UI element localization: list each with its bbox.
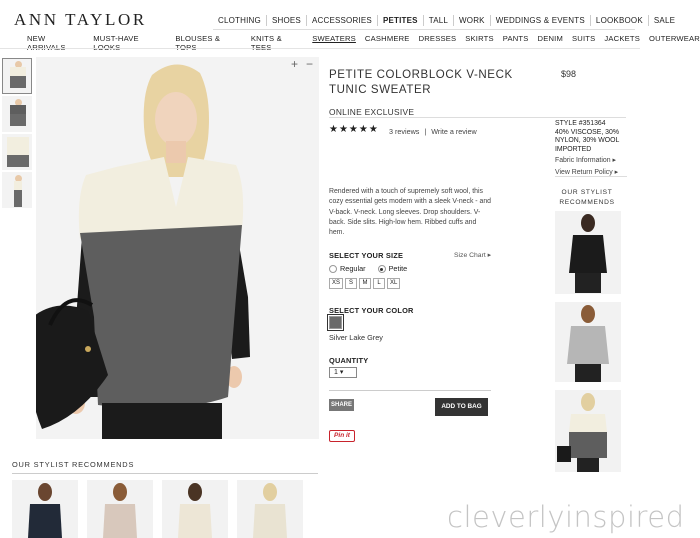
size-m[interactable]: M xyxy=(359,278,372,289)
bottom-rec-item[interactable] xyxy=(237,480,303,538)
quantity-select[interactable]: 1 ▾ xyxy=(329,367,357,378)
color-swatch-grey[interactable] xyxy=(327,314,344,331)
thumbnail-back[interactable] xyxy=(2,96,32,132)
topnav-divider xyxy=(213,29,635,30)
top-nav: CLOTHING SHOES ACCESSORIES PETITES TALL … xyxy=(213,15,680,26)
topnav-item-sale[interactable]: SALE xyxy=(647,15,680,26)
subnav-item-pants[interactable]: PANTS xyxy=(503,34,529,52)
radio-regular[interactable] xyxy=(329,265,337,274)
subnav-item-new-arrivals[interactable]: NEW ARRIVALS xyxy=(27,34,84,52)
write-review-link[interactable]: Write a review xyxy=(431,127,476,136)
subnav-item-skirts[interactable]: SKIRTS xyxy=(465,34,494,52)
fabric-info-link[interactable]: Fabric Information ▸ xyxy=(555,157,627,166)
fit-petite-label: Petite xyxy=(388,264,408,273)
watermark-text: cleverlyinspired xyxy=(447,500,685,534)
stylist-rec-item[interactable] xyxy=(555,211,621,294)
product-description: Rendered with a touch of supremely soft … xyxy=(329,188,492,237)
topnav-item-lookbook[interactable]: LOOKBOOK xyxy=(589,15,648,26)
rec-grey-sweater-image xyxy=(567,305,609,382)
style-number: STYLE #351364 xyxy=(555,120,606,127)
bottom-rec-item[interactable] xyxy=(162,480,228,538)
size-selector: XS S M L XL xyxy=(329,278,401,289)
color-name: Silver Lake Grey xyxy=(329,333,383,342)
topnav-item-shoes[interactable]: SHOES xyxy=(265,15,306,26)
fabric-content: 40% VISCOSE, 30% NYLON, 30% WOOL IMPORTE… xyxy=(555,128,620,153)
product-hero-image[interactable]: + − xyxy=(36,57,319,439)
add-to-bag-button[interactable]: ADD TO BAG xyxy=(435,398,488,416)
subnav-item-must-have[interactable]: MUST-HAVE LOOKS xyxy=(93,34,166,52)
pin-it-button[interactable]: Pin it xyxy=(329,430,355,442)
bottom-divider xyxy=(12,473,318,474)
title-divider xyxy=(329,117,626,118)
subnav-item-knits[interactable]: KNITS & TEES xyxy=(251,34,303,52)
rec-black-sweater-image xyxy=(569,214,607,293)
size-l[interactable]: L xyxy=(373,278,386,289)
subnav-item-denim[interactable]: DENIM xyxy=(538,34,563,52)
fit-options: Regular Petite xyxy=(329,264,408,274)
topnav-item-weddings[interactable]: WEDDINGS & EVENTS xyxy=(489,15,590,26)
product-title: PETITE COLORBLOCK V-NECK TUNIC SWEATER xyxy=(329,69,513,96)
review-links: 3 reviews | Write a review xyxy=(389,127,477,136)
online-exclusive-badge: ONLINE EXCLUSIVE xyxy=(329,107,415,117)
fit-petite-option[interactable]: Petite xyxy=(377,264,408,274)
bottom-rec-item[interactable] xyxy=(12,480,78,538)
topnav-item-work[interactable]: WORK xyxy=(453,15,490,26)
topnav-item-tall[interactable]: TALL xyxy=(422,15,453,26)
subnav-item-sweaters[interactable]: SWEATERS xyxy=(312,34,356,52)
model-illustration xyxy=(36,57,319,439)
size-section-label: SELECT YOUR SIZE xyxy=(329,251,404,260)
rating-stars-icon: ★★★★★ xyxy=(329,124,379,135)
specs-divider xyxy=(555,176,627,177)
stylist-recommends-heading: OUR STYLIST RECOMMENDS xyxy=(559,189,615,206)
topnav-item-clothing[interactable]: CLOTHING xyxy=(213,15,266,26)
product-price: $98 xyxy=(561,69,577,79)
topnav-item-petites[interactable]: PETITES xyxy=(376,15,423,26)
bottom-rec-navy-image xyxy=(28,483,62,538)
bottom-rec-ivory-image xyxy=(253,483,287,538)
color-section-label: SELECT YOUR COLOR xyxy=(329,306,414,315)
size-xs[interactable]: XS xyxy=(329,278,344,289)
subnav-item-cashmere[interactable]: CASHMERE xyxy=(365,34,410,52)
fit-regular-label: Regular xyxy=(340,264,366,273)
quantity-divider xyxy=(329,390,491,391)
quantity-label: QUANTITY xyxy=(329,356,369,365)
bottom-stylist-heading: OUR STYLIST RECOMMENDS xyxy=(12,460,135,469)
subnav-item-outerwear[interactable]: OUTERWEAR xyxy=(649,34,700,52)
topnav-item-accessories[interactable]: ACCESSORIES xyxy=(305,15,377,26)
radio-petite[interactable] xyxy=(377,265,386,274)
bottom-rec-blush-image xyxy=(103,483,137,538)
fit-regular-option[interactable]: Regular xyxy=(329,264,366,274)
bottom-rec-cream-image xyxy=(178,483,212,538)
size-xl[interactable]: XL xyxy=(387,278,401,289)
subnav-item-blouses[interactable]: BLOUSES & TOPS xyxy=(175,34,242,52)
size-chart-link[interactable]: Size Chart ▸ xyxy=(454,251,491,259)
bottom-rec-item[interactable] xyxy=(87,480,153,538)
share-button[interactable]: SHARE xyxy=(329,399,354,411)
product-specs: STYLE #351364 40% VISCOSE, 30% NYLON, 30… xyxy=(555,120,627,177)
subnav-item-jackets[interactable]: JACKETS xyxy=(604,34,640,52)
subnav-divider xyxy=(0,48,640,49)
stylist-rec-item[interactable] xyxy=(555,390,621,472)
thumbnail-front[interactable] xyxy=(2,58,32,94)
size-s[interactable]: S xyxy=(345,278,358,289)
reviews-link[interactable]: 3 reviews xyxy=(389,127,419,136)
subnav-item-suits[interactable]: SUITS xyxy=(572,34,595,52)
thumbnail-side[interactable] xyxy=(2,172,32,208)
brand-logo[interactable]: ANN TAYLOR xyxy=(14,10,147,30)
zoom-out-icon[interactable]: − xyxy=(306,57,313,71)
sub-nav: NEW ARRIVALS MUST-HAVE LOOKS BLOUSES & T… xyxy=(27,34,700,52)
rec-colorblock-image xyxy=(557,393,607,472)
subnav-item-dresses[interactable]: DRESSES xyxy=(419,34,457,52)
thumbnail-strip xyxy=(2,58,34,210)
zoom-in-icon[interactable]: + xyxy=(291,57,298,71)
stylist-rec-item[interactable] xyxy=(555,302,621,382)
thumbnail-detail[interactable] xyxy=(2,134,32,170)
